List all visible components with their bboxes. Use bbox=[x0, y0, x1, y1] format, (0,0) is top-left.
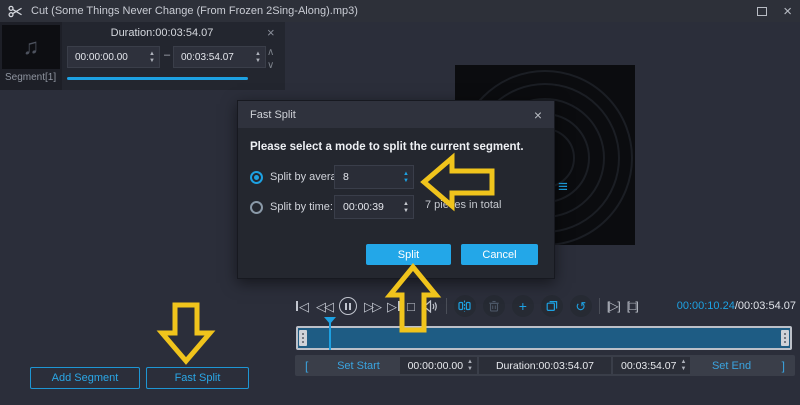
skip-start-bar bbox=[296, 301, 298, 311]
timeline-track[interactable] bbox=[296, 326, 792, 350]
skip-start-icon: ◁ bbox=[299, 300, 309, 313]
split-icon bbox=[458, 300, 471, 312]
time-readout: 00:00:10.24/00:03:54.07 bbox=[677, 300, 796, 312]
segment-start-value[interactable]: 00:00:00.00 bbox=[68, 52, 149, 63]
playhead[interactable] bbox=[329, 321, 331, 350]
transport-bar: ◁ ◁◁ ▷▷ ▷ □ bbox=[296, 292, 796, 320]
close-bracket: ] bbox=[772, 359, 795, 373]
trim-handle-left[interactable] bbox=[299, 330, 307, 346]
timeline[interactable] bbox=[296, 317, 792, 351]
spin-down-icon[interactable]: ▼ bbox=[403, 208, 409, 214]
set-end-button[interactable]: Set End bbox=[691, 360, 771, 372]
dialog-close-icon[interactable]: × bbox=[534, 107, 542, 123]
segment-close-icon[interactable]: × bbox=[267, 25, 275, 40]
add-button[interactable]: + bbox=[512, 295, 534, 317]
skip-end-icon: ▷ bbox=[387, 300, 397, 313]
split-segment-button[interactable] bbox=[454, 295, 476, 317]
segment-end-input[interactable]: 00:03:54.07 ▲ ▼ bbox=[173, 46, 266, 68]
time-interval-value[interactable]: 00:00:39 bbox=[335, 201, 403, 213]
pause-button[interactable] bbox=[339, 297, 357, 315]
spin-up-icon[interactable]: ▲ bbox=[680, 359, 686, 365]
segment-start-input[interactable]: 00:00:00.00 ▲ ▼ bbox=[67, 46, 160, 68]
plus-icon: + bbox=[519, 299, 527, 313]
segment-thumbnail[interactable]: ♫ bbox=[2, 25, 60, 69]
volume-icon[interactable] bbox=[422, 300, 439, 313]
add-segment-button[interactable]: Add Segment bbox=[30, 367, 140, 389]
start-time-value[interactable]: 00:00:00.00 bbox=[400, 360, 467, 372]
play-segment-button[interactable]: [▷] bbox=[607, 299, 620, 313]
trash-icon bbox=[488, 300, 500, 312]
copy-icon bbox=[546, 300, 558, 312]
spin-up-icon[interactable]: ▲ bbox=[255, 51, 261, 57]
segment-progress-line bbox=[67, 77, 248, 80]
divider bbox=[446, 298, 447, 314]
cancel-button[interactable]: Cancel bbox=[461, 244, 538, 265]
end-time-input[interactable]: 00:03:54.07 ▲ ▼ bbox=[613, 357, 690, 374]
maximize-button[interactable] bbox=[757, 7, 767, 16]
titlebar: Cut (Some Things Never Change (From Froz… bbox=[0, 0, 800, 22]
reset-icon: ↺ bbox=[575, 300, 586, 313]
stop-segment-button[interactable]: [□] bbox=[627, 299, 638, 313]
segment-end-value[interactable]: 00:03:54.07 bbox=[174, 52, 255, 63]
rewind-button[interactable]: ◁◁ bbox=[316, 300, 332, 313]
spin-up-icon[interactable]: ▲ bbox=[403, 171, 409, 177]
spin-down-icon[interactable]: ▼ bbox=[467, 366, 473, 372]
pieces-note: 7 pieces in total bbox=[425, 199, 501, 211]
arrow-down-icon bbox=[162, 305, 210, 361]
split-by-time-radio[interactable] bbox=[250, 201, 263, 214]
skip-end-button[interactable]: ▷ bbox=[387, 300, 400, 313]
fast-forward-button[interactable]: ▷▷ bbox=[364, 300, 380, 313]
segment-duration-panel: Duration:00:03:54.07 00:00:00.00 ▲ ▼ – 0… bbox=[62, 22, 285, 90]
spin-down-icon[interactable]: ▼ bbox=[149, 58, 155, 64]
split-by-average-radio[interactable] bbox=[250, 171, 263, 184]
segment-strip: ♫ Segment[1] Duration:00:03:54.07 00:00:… bbox=[0, 22, 285, 90]
current-time: 00:00:10.24 bbox=[677, 300, 735, 312]
time-interval-input[interactable]: 00:00:39 ▲ ▼ bbox=[334, 195, 414, 219]
delete-segment-button[interactable] bbox=[483, 295, 505, 317]
dialog-title: Fast Split bbox=[250, 109, 296, 121]
end-time-value[interactable]: 00:03:54.07 bbox=[613, 360, 680, 372]
dialog-titlebar: Fast Split × bbox=[238, 101, 554, 128]
copy-button[interactable] bbox=[541, 295, 563, 317]
close-button[interactable]: × bbox=[783, 4, 792, 19]
average-count-value[interactable]: 8 bbox=[335, 171, 403, 183]
open-bracket: [ bbox=[295, 359, 318, 373]
scissors-icon bbox=[8, 5, 23, 18]
window-title: Cut (Some Things Never Change (From Froz… bbox=[31, 5, 358, 17]
split-by-time-row: Split by time: bbox=[250, 195, 333, 219]
chevron-up-icon[interactable]: ∧ bbox=[267, 48, 274, 58]
spin-down-icon[interactable]: ▼ bbox=[403, 178, 409, 184]
duration-readout: Duration:00:03:54.07 bbox=[479, 357, 611, 374]
dialog-message: Please select a mode to split the curren… bbox=[250, 141, 524, 153]
average-count-input[interactable]: 8 ▲ ▼ bbox=[334, 165, 414, 189]
time-range-dash: – bbox=[161, 49, 173, 61]
chevron-down-icon[interactable]: ∨ bbox=[267, 61, 274, 71]
spin-up-icon[interactable]: ▲ bbox=[467, 359, 473, 365]
divider bbox=[599, 298, 600, 314]
playhead-marker[interactable] bbox=[324, 317, 336, 324]
reset-button[interactable]: ↺ bbox=[570, 295, 592, 317]
skip-start-button[interactable]: ◁ bbox=[296, 300, 309, 313]
segment-label: Segment[1] bbox=[5, 72, 56, 83]
fast-split-button[interactable]: Fast Split bbox=[146, 367, 249, 389]
cut-window: Cut (Some Things Never Change (From Froz… bbox=[0, 0, 800, 405]
trim-bar: [ Set Start 00:00:00.00 ▲ ▼ Duration:00:… bbox=[295, 355, 795, 376]
skip-end-bar bbox=[398, 301, 400, 311]
spin-up-icon[interactable]: ▲ bbox=[149, 51, 155, 57]
spin-up-icon[interactable]: ▲ bbox=[403, 201, 409, 207]
music-note-icon: ♫ bbox=[23, 34, 40, 60]
segment-duration-text: Duration:00:03:54.07 bbox=[62, 27, 262, 39]
spin-down-icon[interactable]: ▼ bbox=[680, 366, 686, 372]
split-button[interactable]: Split bbox=[366, 244, 451, 265]
set-start-button[interactable]: Set Start bbox=[318, 360, 398, 372]
equalizer-icon: ≡ bbox=[558, 178, 568, 195]
stop-button[interactable]: □ bbox=[407, 300, 415, 313]
split-by-time-label: Split by time: bbox=[270, 201, 333, 213]
spin-down-icon[interactable]: ▼ bbox=[255, 58, 261, 64]
trim-handle-right[interactable] bbox=[781, 330, 789, 346]
fast-split-dialog: Fast Split × Please select a mode to spl… bbox=[237, 100, 555, 279]
start-time-input[interactable]: 00:00:00.00 ▲ ▼ bbox=[400, 357, 477, 374]
total-time: /00:03:54.07 bbox=[735, 300, 796, 312]
